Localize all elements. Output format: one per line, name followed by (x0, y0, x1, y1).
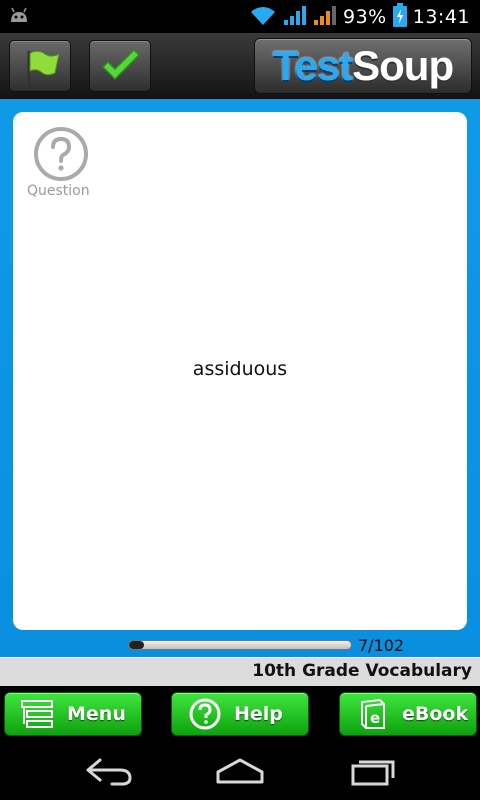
home-icon[interactable] (210, 754, 270, 788)
wifi-icon (249, 4, 277, 30)
check-button[interactable] (89, 40, 151, 92)
system-navigation-bar (0, 740, 480, 800)
battery-charging-icon (392, 3, 407, 31)
help-button-label: Help (234, 703, 283, 725)
menu-button[interactable]: Menu (4, 692, 142, 736)
signal-data-icon (313, 4, 337, 30)
bottom-button-bar: Menu Help e eBook (0, 686, 480, 740)
progress-fill (129, 641, 145, 649)
clock: 13:41 (412, 6, 470, 28)
back-icon[interactable] (78, 754, 138, 788)
flashcard[interactable]: Question assiduous (13, 112, 467, 630)
ebook-button-label: eBook (402, 703, 469, 725)
ebook-icon: e (356, 698, 390, 730)
testsoup-logo: TestSoup (254, 38, 472, 94)
signal-icon (283, 4, 307, 30)
battery-percent: 93% (343, 6, 387, 28)
menu-list-icon (21, 698, 55, 730)
flashcard-area: Question assiduous 7/102 (0, 99, 480, 657)
check-icon (101, 48, 141, 81)
progress-text: 7/102 (358, 636, 405, 655)
status-bar: 93% 13:41 (0, 0, 480, 33)
question-circle-icon (34, 127, 88, 181)
progress-bar (128, 640, 352, 650)
flag-button[interactable] (9, 40, 71, 92)
ebook-button[interactable]: e eBook (339, 692, 477, 736)
svg-text:e: e (370, 709, 380, 727)
question-label: Question (27, 183, 90, 199)
recent-apps-icon[interactable] (343, 754, 403, 788)
card-word: assiduous (192, 358, 288, 380)
menu-button-label: Menu (67, 703, 126, 725)
deck-title-bar: 10th Grade Vocabulary (0, 657, 480, 686)
logo-part-test: Test (272, 42, 353, 89)
flag-icon (27, 50, 60, 85)
help-button[interactable]: Help (171, 692, 309, 736)
help-icon (188, 698, 222, 730)
logo-part-soup: Soup (352, 42, 454, 89)
top-toolbar: TestSoup (0, 33, 480, 99)
deck-title: 10th Grade Vocabulary (252, 661, 472, 681)
android-debug-icon (8, 6, 32, 26)
